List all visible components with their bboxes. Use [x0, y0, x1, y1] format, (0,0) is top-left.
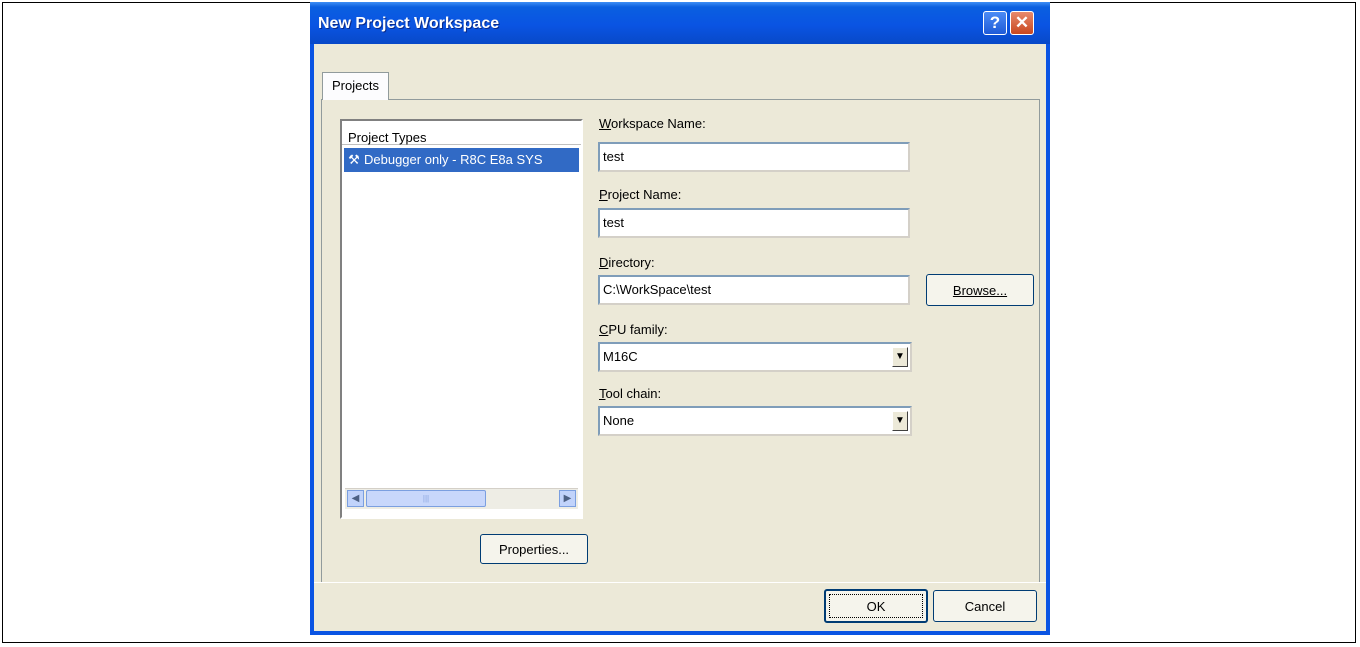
ok-button[interactable]: OK	[824, 589, 928, 623]
help-icon: ?	[989, 13, 1001, 32]
dialog-window: New Project Workspace ? ✕ Projects Proje…	[310, 2, 1050, 635]
cpu-family-select[interactable]: M16C ▼	[598, 342, 912, 372]
list-item[interactable]: ⚒ Debugger only - R8C E8a SYS	[344, 148, 579, 172]
chevron-down-icon[interactable]: ▼	[892, 347, 908, 367]
scroll-thumb[interactable]: |||	[366, 490, 486, 507]
cancel-button[interactable]: Cancel	[933, 590, 1037, 622]
title-bar[interactable]: New Project Workspace ? ✕	[310, 2, 1050, 44]
directory-field[interactable]: C:\WorkSpace\test	[598, 275, 910, 305]
project-types-list[interactable]: Project Types ⚒ Debugger only - R8C E8a S…	[340, 119, 583, 519]
chevron-left-icon: ◀	[351, 493, 360, 504]
directory-label: Directory:	[599, 255, 655, 270]
hammer-icon: ⚒	[348, 152, 360, 167]
dialog-title: New Project Workspace	[318, 15, 500, 32]
scroll-right-button[interactable]: ▶	[559, 490, 576, 507]
workspace-name-label: Workspace Name:	[599, 116, 706, 131]
workspace-name-field[interactable]: test	[598, 142, 910, 172]
tool-chain-value: None	[603, 413, 635, 428]
focus-rect	[829, 594, 923, 618]
browse-button[interactable]: Browse...	[926, 274, 1034, 306]
horizontal-scrollbar[interactable]: ◀ ||| ▶	[345, 488, 578, 509]
close-icon: ✕	[1014, 13, 1030, 32]
grip-icon: |||	[422, 494, 430, 503]
dialog-client: Projects Project Types ⚒ Debugger only - …	[314, 44, 1046, 631]
project-name-field[interactable]: test	[598, 208, 910, 238]
chevron-right-icon: ▶	[563, 493, 572, 504]
chevron-down-icon[interactable]: ▼	[892, 411, 908, 431]
properties-button[interactable]: Properties...	[480, 534, 588, 564]
cpu-family-value: M16C	[603, 349, 638, 364]
cpu-family-label: CPU family:	[599, 322, 668, 337]
tab-projects[interactable]: Projects	[322, 72, 389, 100]
footer-divider	[314, 582, 1046, 583]
close-button[interactable]: ✕	[1010, 11, 1034, 35]
project-name-label: Project Name:	[599, 187, 682, 202]
list-item-label: Debugger only - R8C E8a SYS	[364, 152, 543, 167]
scroll-left-button[interactable]: ◀	[347, 490, 364, 507]
tool-chain-label: Tool chain:	[599, 386, 662, 401]
tool-chain-select[interactable]: None ▼	[598, 406, 912, 436]
help-button[interactable]: ?	[983, 11, 1007, 35]
project-types-header[interactable]: Project Types	[342, 129, 581, 145]
